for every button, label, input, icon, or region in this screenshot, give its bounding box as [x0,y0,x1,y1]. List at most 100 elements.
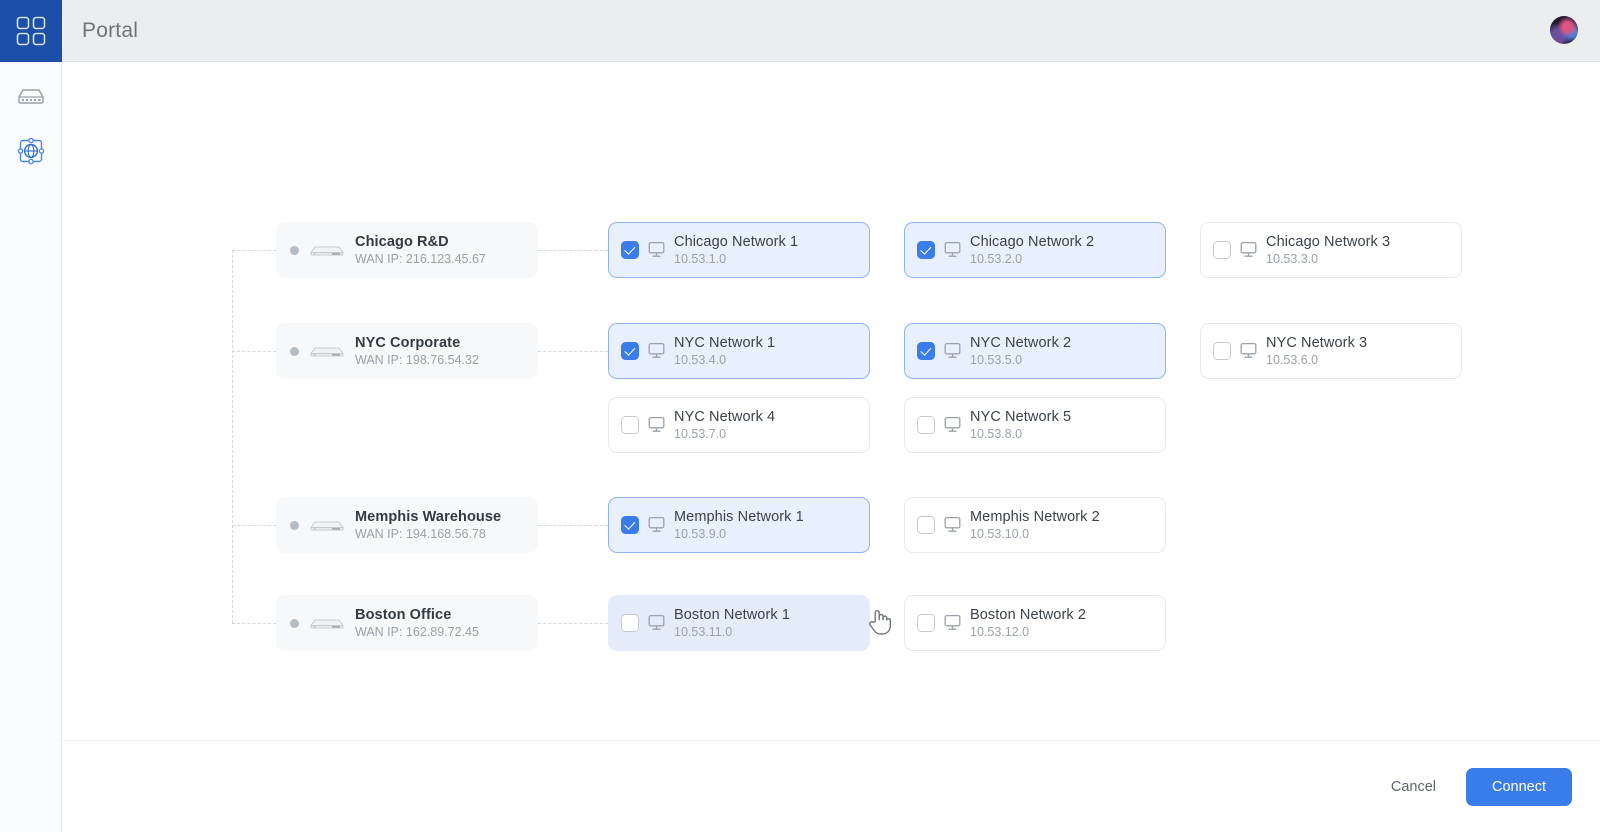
monitor-icon [1240,342,1257,358]
network-text: Chicago Network 3 10.53.3.0 [1266,234,1390,266]
network-subnet: 10.53.1.0 [674,252,727,266]
network-card[interactable]: NYC Network 4 10.53.7.0 [608,397,870,453]
network-card[interactable]: NYC Network 5 10.53.8.0 [904,397,1166,453]
topology-canvas: Chicago R&D WAN IP: 216.123.45.67 Chicag… [62,63,1600,740]
network-checkbox[interactable] [1213,241,1231,259]
appliance-icon [18,89,44,104]
network-card[interactable]: Chicago Network 1 10.53.1.0 [608,222,870,278]
connect-button[interactable]: Connect [1465,767,1572,806]
network-checkbox[interactable] [917,416,935,434]
site-text: NYC Corporate WAN IP: 198.76.54.32 [355,335,479,367]
network-text: NYC Network 5 10.53.8.0 [970,409,1071,441]
network-card[interactable]: NYC Network 3 10.53.6.0 [1200,323,1462,379]
site-card[interactable]: NYC Corporate WAN IP: 198.76.54.32 [276,323,538,379]
site-device-icon [310,347,344,357]
network-card[interactable]: Chicago Network 3 10.53.3.0 [1200,222,1462,278]
network-checkbox[interactable] [917,614,935,632]
monitor-icon [944,416,961,432]
network-monitor-icon-wrap [1239,241,1258,259]
site-name: NYC Corporate [355,335,461,351]
network-subnet: 10.53.3.0 [1266,252,1319,266]
left-rail [0,0,62,832]
network-name: Chicago Network 1 [674,234,799,250]
site-branch-connector [232,623,276,624]
monitor-icon [944,342,961,358]
network-monitor-icon-wrap [943,516,962,534]
network-card[interactable]: Boston Network 1 10.53.11.0 [608,595,870,651]
monitor-icon [648,416,665,432]
network-branch-connector [538,351,608,352]
network-monitor-icon-wrap [647,416,666,434]
network-name: NYC Network 5 [970,409,1072,425]
network-checkbox[interactable] [917,516,935,534]
site-name: Memphis Warehouse [355,509,502,525]
network-text: NYC Network 4 10.53.7.0 [674,409,775,441]
network-card[interactable]: NYC Network 1 10.53.4.0 [608,323,870,379]
network-card[interactable]: Memphis Network 1 10.53.9.0 [608,497,870,553]
network-monitor-icon-wrap [943,614,962,632]
network-branch-connector [538,623,608,624]
network-subnet: 10.53.2.0 [970,252,1023,266]
network-text: Chicago Network 2 10.53.2.0 [970,234,1094,266]
footer-actions: Cancel Connect [62,740,1600,832]
network-checkbox[interactable] [621,416,639,434]
network-text: Memphis Network 1 10.53.9.0 [674,509,804,541]
site-status-dot [290,346,299,356]
network-name: NYC Network 4 [674,409,776,425]
site-card[interactable]: Chicago R&D WAN IP: 216.123.45.67 [276,222,538,278]
sidebar-item-appliances[interactable] [0,72,62,118]
app-logo[interactable] [0,0,62,62]
network-subnet: 10.53.4.0 [674,353,727,367]
network-name: Memphis Network 1 [674,509,804,525]
network-subnet: 10.53.8.0 [970,427,1023,441]
site-device-icon-wrap [309,518,345,532]
site-device-icon-wrap [309,344,345,358]
network-checkbox[interactable] [621,614,639,632]
network-name: Memphis Network 2 [970,509,1100,525]
network-checkbox[interactable] [621,241,639,259]
network-card[interactable]: Memphis Network 2 10.53.10.0 [904,497,1166,553]
site-text: Memphis Warehouse WAN IP: 194.168.56.78 [355,509,501,541]
site-device-icon [310,521,344,531]
network-text: Chicago Network 1 10.53.1.0 [674,234,798,266]
app-root: Portal Site Magic Group 1 Chicago R&D WA… [0,0,1600,832]
avatar[interactable] [1550,16,1578,44]
network-subnet: 10.53.10.0 [970,527,1030,541]
network-globe-icon [17,137,45,165]
network-checkbox[interactable] [621,342,639,360]
site-card[interactable]: Boston Office WAN IP: 162.89.72.45 [276,595,538,651]
site-status-dot [290,618,299,628]
cancel-button[interactable]: Cancel [1387,773,1440,801]
network-subnet: 10.53.12.0 [970,625,1030,639]
network-name: Chicago Network 3 [1266,234,1391,250]
site-card[interactable]: Memphis Warehouse WAN IP: 194.168.56.78 [276,497,538,553]
site-wan-ip: WAN IP: 216.123.45.67 [355,252,486,266]
site-branch-connector [232,351,276,352]
site-branch-connector [232,250,276,251]
sidebar-item-network[interactable] [0,128,62,174]
network-monitor-icon-wrap [647,241,666,259]
network-text: NYC Network 1 10.53.4.0 [674,335,775,367]
network-card[interactable]: Chicago Network 2 10.53.2.0 [904,222,1166,278]
site-device-icon-wrap [309,243,345,257]
network-checkbox[interactable] [917,241,935,259]
network-text: NYC Network 2 10.53.5.0 [970,335,1071,367]
top-header: Portal [62,0,1600,62]
network-card[interactable]: Boston Network 2 10.53.12.0 [904,595,1166,651]
site-status-dot [290,245,299,255]
network-card[interactable]: NYC Network 2 10.53.5.0 [904,323,1166,379]
site-wan-ip: WAN IP: 194.168.56.78 [355,527,486,541]
network-name: Chicago Network 2 [970,234,1095,250]
network-text: Boston Network 2 10.53.12.0 [970,607,1086,639]
network-checkbox[interactable] [1213,342,1231,360]
network-monitor-icon-wrap [943,241,962,259]
network-monitor-icon-wrap [647,342,666,360]
network-checkbox[interactable] [621,516,639,534]
network-checkbox[interactable] [917,342,935,360]
network-text: Boston Network 1 10.53.11.0 [674,607,790,639]
trunk-connector [232,250,233,623]
network-monitor-icon-wrap [647,614,666,632]
network-monitor-icon-wrap [647,516,666,534]
network-name: NYC Network 1 [674,335,776,351]
site-text: Chicago R&D WAN IP: 216.123.45.67 [355,234,486,266]
